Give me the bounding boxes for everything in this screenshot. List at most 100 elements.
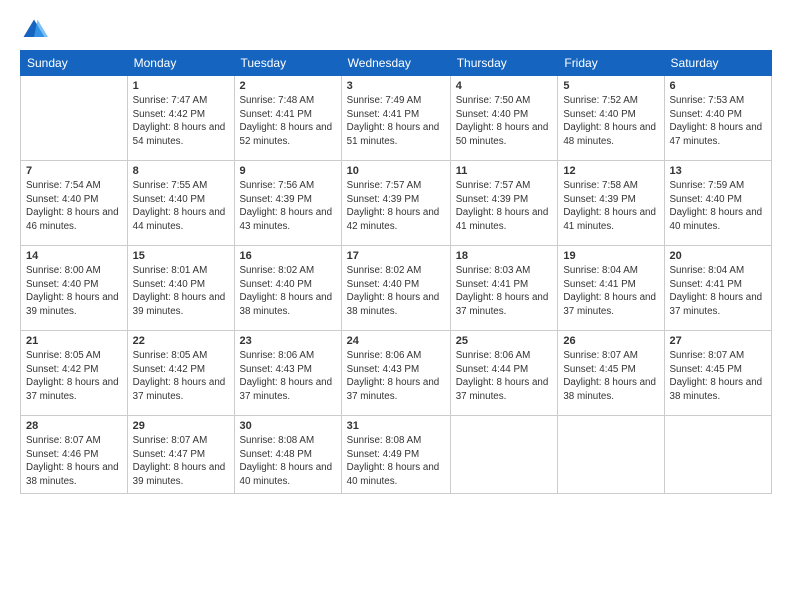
day-number: 26 — [563, 335, 658, 347]
calendar-cell: 3 Sunrise: 7:49 AMSunset: 4:41 PMDaylight… — [341, 76, 450, 161]
calendar-cell — [450, 416, 558, 494]
weekday-header-row: SundayMondayTuesdayWednesdayThursdayFrid… — [21, 51, 772, 76]
week-row-5: 28 Sunrise: 8:07 AMSunset: 4:46 PMDayligh… — [21, 416, 772, 494]
day-detail: Sunrise: 7:47 AMSunset: 4:42 PMDaylight:… — [133, 94, 229, 149]
day-number: 18 — [456, 250, 553, 262]
calendar-cell: 8 Sunrise: 7:55 AMSunset: 4:40 PMDaylight… — [127, 161, 234, 246]
day-detail: Sunrise: 7:58 AMSunset: 4:39 PMDaylight:… — [563, 179, 658, 234]
calendar-cell: 18 Sunrise: 8:03 AMSunset: 4:41 PMDayligh… — [450, 246, 558, 331]
day-detail: Sunrise: 8:06 AMSunset: 4:43 PMDaylight:… — [347, 349, 445, 404]
calendar-cell: 6 Sunrise: 7:53 AMSunset: 4:40 PMDaylight… — [664, 76, 771, 161]
day-number: 20 — [670, 250, 766, 262]
calendar-cell: 9 Sunrise: 7:56 AMSunset: 4:39 PMDaylight… — [234, 161, 341, 246]
calendar-cell: 22 Sunrise: 8:05 AMSunset: 4:42 PMDayligh… — [127, 331, 234, 416]
calendar-cell: 31Sunrise: 8:08 AMSunset: 4:49 PMDayligh… — [341, 416, 450, 494]
day-detail: Sunrise: 7:56 AMSunset: 4:39 PMDaylight:… — [240, 179, 336, 234]
day-number: 19 — [563, 250, 658, 262]
header — [20, 16, 772, 44]
calendar-cell: 29 Sunrise: 8:07 AMSunset: 4:47 PMDayligh… — [127, 416, 234, 494]
day-detail: Sunrise: 7:57 AMSunset: 4:39 PMDaylight:… — [347, 179, 445, 234]
day-detail: Sunrise: 7:55 AMSunset: 4:40 PMDaylight:… — [133, 179, 229, 234]
calendar-cell: 14 Sunrise: 8:00 AMSunset: 4:40 PMDayligh… — [21, 246, 128, 331]
calendar-cell: 7 Sunrise: 7:54 AMSunset: 4:40 PMDaylight… — [21, 161, 128, 246]
day-number: 4 — [456, 80, 553, 92]
day-detail: Sunrise: 8:05 AMSunset: 4:42 PMDaylight:… — [133, 349, 229, 404]
calendar-cell: 17Sunrise: 8:02 AMSunset: 4:40 PMDayligh… — [341, 246, 450, 331]
weekday-header-saturday: Saturday — [664, 51, 771, 76]
day-detail: Sunrise: 8:07 AMSunset: 4:47 PMDaylight:… — [133, 434, 229, 489]
day-number: 9 — [240, 165, 336, 177]
weekday-header-tuesday: Tuesday — [234, 51, 341, 76]
day-detail: Sunrise: 8:06 AMSunset: 4:44 PMDaylight:… — [456, 349, 553, 404]
logo-icon — [20, 16, 48, 44]
calendar-cell: 21 Sunrise: 8:05 AMSunset: 4:42 PMDayligh… — [21, 331, 128, 416]
calendar-cell: 5 Sunrise: 7:52 AMSunset: 4:40 PMDaylight… — [558, 76, 664, 161]
day-number: 1 — [133, 80, 229, 92]
day-detail: Sunrise: 7:54 AMSunset: 4:40 PMDaylight:… — [26, 179, 122, 234]
calendar-cell — [664, 416, 771, 494]
day-detail: Sunrise: 8:03 AMSunset: 4:41 PMDaylight:… — [456, 264, 553, 319]
day-number: 21 — [26, 335, 122, 347]
day-number: 10 — [347, 165, 445, 177]
calendar-cell: 26 Sunrise: 8:07 AMSunset: 4:45 PMDayligh… — [558, 331, 664, 416]
day-number: 8 — [133, 165, 229, 177]
calendar-cell: 23Sunrise: 8:06 AMSunset: 4:43 PMDayligh… — [234, 331, 341, 416]
calendar-cell — [558, 416, 664, 494]
day-detail: Sunrise: 8:00 AMSunset: 4:40 PMDaylight:… — [26, 264, 122, 319]
weekday-header-monday: Monday — [127, 51, 234, 76]
day-number: 28 — [26, 420, 122, 432]
logo — [20, 16, 52, 44]
day-number: 15 — [133, 250, 229, 262]
calendar-cell: 19 Sunrise: 8:04 AMSunset: 4:41 PMDayligh… — [558, 246, 664, 331]
day-detail: Sunrise: 8:02 AMSunset: 4:40 PMDaylight:… — [347, 264, 445, 319]
page-container: SundayMondayTuesdayWednesdayThursdayFrid… — [0, 0, 792, 504]
calendar-cell: 1 Sunrise: 7:47 AMSunset: 4:42 PMDaylight… — [127, 76, 234, 161]
calendar-cell: 2 Sunrise: 7:48 AMSunset: 4:41 PMDaylight… — [234, 76, 341, 161]
day-detail: Sunrise: 7:59 AMSunset: 4:40 PMDaylight:… — [670, 179, 766, 234]
day-number: 24 — [347, 335, 445, 347]
day-number: 14 — [26, 250, 122, 262]
day-detail: Sunrise: 8:07 AMSunset: 4:45 PMDaylight:… — [670, 349, 766, 404]
week-row-3: 14 Sunrise: 8:00 AMSunset: 4:40 PMDayligh… — [21, 246, 772, 331]
week-row-4: 21 Sunrise: 8:05 AMSunset: 4:42 PMDayligh… — [21, 331, 772, 416]
calendar-cell: 20 Sunrise: 8:04 AMSunset: 4:41 PMDayligh… — [664, 246, 771, 331]
day-number: 7 — [26, 165, 122, 177]
day-detail: Sunrise: 7:53 AMSunset: 4:40 PMDaylight:… — [670, 94, 766, 149]
day-number: 5 — [563, 80, 658, 92]
day-detail: Sunrise: 7:52 AMSunset: 4:40 PMDaylight:… — [563, 94, 658, 149]
day-detail: Sunrise: 8:07 AMSunset: 4:45 PMDaylight:… — [563, 349, 658, 404]
day-detail: Sunrise: 7:48 AMSunset: 4:41 PMDaylight:… — [240, 94, 336, 149]
calendar-cell: 16 Sunrise: 8:02 AMSunset: 4:40 PMDayligh… — [234, 246, 341, 331]
weekday-header-thursday: Thursday — [450, 51, 558, 76]
calendar-cell: 11Sunrise: 7:57 AMSunset: 4:39 PMDayligh… — [450, 161, 558, 246]
calendar-cell: 27 Sunrise: 8:07 AMSunset: 4:45 PMDayligh… — [664, 331, 771, 416]
day-number: 27 — [670, 335, 766, 347]
day-detail: Sunrise: 7:49 AMSunset: 4:41 PMDaylight:… — [347, 94, 445, 149]
day-detail: Sunrise: 7:57 AMSunset: 4:39 PMDaylight:… — [456, 179, 553, 234]
calendar-cell: 25 Sunrise: 8:06 AMSunset: 4:44 PMDayligh… — [450, 331, 558, 416]
day-number: 3 — [347, 80, 445, 92]
day-number: 31 — [347, 420, 445, 432]
calendar-table: SundayMondayTuesdayWednesdayThursdayFrid… — [20, 50, 772, 494]
calendar-cell: 13Sunrise: 7:59 AMSunset: 4:40 PMDayligh… — [664, 161, 771, 246]
day-detail: Sunrise: 8:04 AMSunset: 4:41 PMDaylight:… — [670, 264, 766, 319]
day-number: 2 — [240, 80, 336, 92]
day-number: 16 — [240, 250, 336, 262]
weekday-header-wednesday: Wednesday — [341, 51, 450, 76]
day-detail: Sunrise: 8:02 AMSunset: 4:40 PMDaylight:… — [240, 264, 336, 319]
calendar-cell: 24 Sunrise: 8:06 AMSunset: 4:43 PMDayligh… — [341, 331, 450, 416]
day-number: 25 — [456, 335, 553, 347]
day-detail: Sunrise: 8:05 AMSunset: 4:42 PMDaylight:… — [26, 349, 122, 404]
day-detail: Sunrise: 8:07 AMSunset: 4:46 PMDaylight:… — [26, 434, 122, 489]
calendar-cell: 12Sunrise: 7:58 AMSunset: 4:39 PMDayligh… — [558, 161, 664, 246]
calendar-cell: 15 Sunrise: 8:01 AMSunset: 4:40 PMDayligh… — [127, 246, 234, 331]
day-number: 22 — [133, 335, 229, 347]
day-detail: Sunrise: 8:04 AMSunset: 4:41 PMDaylight:… — [563, 264, 658, 319]
calendar-cell: 28 Sunrise: 8:07 AMSunset: 4:46 PMDayligh… — [21, 416, 128, 494]
day-detail: Sunrise: 8:08 AMSunset: 4:48 PMDaylight:… — [240, 434, 336, 489]
day-detail: Sunrise: 8:01 AMSunset: 4:40 PMDaylight:… — [133, 264, 229, 319]
day-detail: Sunrise: 8:06 AMSunset: 4:43 PMDaylight:… — [240, 349, 336, 404]
week-row-2: 7 Sunrise: 7:54 AMSunset: 4:40 PMDaylight… — [21, 161, 772, 246]
day-number: 29 — [133, 420, 229, 432]
day-number: 6 — [670, 80, 766, 92]
